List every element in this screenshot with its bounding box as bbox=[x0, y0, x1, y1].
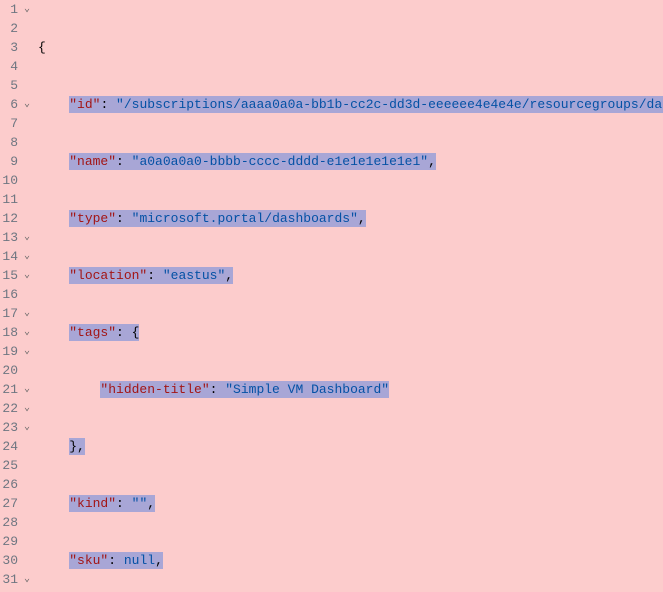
code-line: "sku": null, bbox=[38, 551, 663, 570]
fold-icon[interactable]: ⌄ bbox=[22, 0, 30, 19]
fold-icon[interactable]: ⌄ bbox=[22, 247, 30, 266]
line-number: 21⌄ bbox=[0, 380, 30, 399]
fold-icon[interactable]: ⌄ bbox=[22, 266, 30, 285]
line-number: 24 bbox=[0, 437, 30, 456]
code-line: "hidden-title": "Simple VM Dashboard" bbox=[38, 380, 663, 399]
line-number: 2 bbox=[0, 19, 30, 38]
code-line: "kind": "", bbox=[38, 494, 663, 513]
line-number: 4 bbox=[0, 57, 30, 76]
line-number: 14⌄ bbox=[0, 247, 30, 266]
line-number: 8 bbox=[0, 133, 30, 152]
line-number: 25 bbox=[0, 456, 30, 475]
line-number: 26 bbox=[0, 475, 30, 494]
line-number-gutter: 1⌄23456⌄78910111213⌄14⌄15⌄1617⌄18⌄19⌄202… bbox=[0, 0, 38, 592]
line-number: 1⌄ bbox=[0, 0, 30, 19]
line-number: 16 bbox=[0, 285, 30, 304]
code-line: "name": "a0a0a0a0-bbbb-cccc-dddd-e1e1e1e… bbox=[38, 152, 663, 171]
line-number: 29 bbox=[0, 532, 30, 551]
fold-icon[interactable]: ⌄ bbox=[22, 323, 30, 342]
line-number: 9 bbox=[0, 152, 30, 171]
fold-icon[interactable]: ⌄ bbox=[22, 228, 30, 247]
code-editor[interactable]: 1⌄23456⌄78910111213⌄14⌄15⌄1617⌄18⌄19⌄202… bbox=[0, 0, 663, 592]
line-number: 10 bbox=[0, 171, 30, 190]
fold-icon[interactable]: ⌄ bbox=[22, 304, 30, 323]
line-number: 3 bbox=[0, 38, 30, 57]
line-number: 11 bbox=[0, 190, 30, 209]
fold-icon[interactable]: ⌄ bbox=[22, 399, 30, 418]
line-number: 27 bbox=[0, 494, 30, 513]
line-number: 30 bbox=[0, 551, 30, 570]
fold-icon[interactable]: ⌄ bbox=[22, 380, 30, 399]
code-area[interactable]: { "id": "/subscriptions/aaaa0a0a-bb1b-cc… bbox=[38, 0, 663, 592]
line-number: 19⌄ bbox=[0, 342, 30, 361]
line-number: 7 bbox=[0, 114, 30, 133]
code-line: "type": "microsoft.portal/dashboards", bbox=[38, 209, 663, 228]
line-number: 20 bbox=[0, 361, 30, 380]
line-number: 17⌄ bbox=[0, 304, 30, 323]
code-line: }, bbox=[38, 437, 663, 456]
code-line: "tags": { bbox=[38, 323, 663, 342]
line-number: 12 bbox=[0, 209, 30, 228]
line-number: 31⌄ bbox=[0, 570, 30, 589]
code-line: "location": "eastus", bbox=[38, 266, 663, 285]
line-number: 18⌄ bbox=[0, 323, 30, 342]
line-number: 23⌄ bbox=[0, 418, 30, 437]
fold-icon[interactable]: ⌄ bbox=[22, 95, 30, 114]
fold-icon[interactable]: ⌄ bbox=[22, 570, 30, 589]
line-number: 22⌄ bbox=[0, 399, 30, 418]
code-line: "id": "/subscriptions/aaaa0a0a-bb1b-cc2c… bbox=[38, 95, 663, 114]
line-number: 15⌄ bbox=[0, 266, 30, 285]
line-number: 6⌄ bbox=[0, 95, 30, 114]
code-line: { bbox=[38, 38, 663, 57]
line-number: 5 bbox=[0, 76, 30, 95]
line-number: 28 bbox=[0, 513, 30, 532]
line-number: 13⌄ bbox=[0, 228, 30, 247]
fold-icon[interactable]: ⌄ bbox=[22, 342, 30, 361]
fold-icon[interactable]: ⌄ bbox=[22, 418, 30, 437]
